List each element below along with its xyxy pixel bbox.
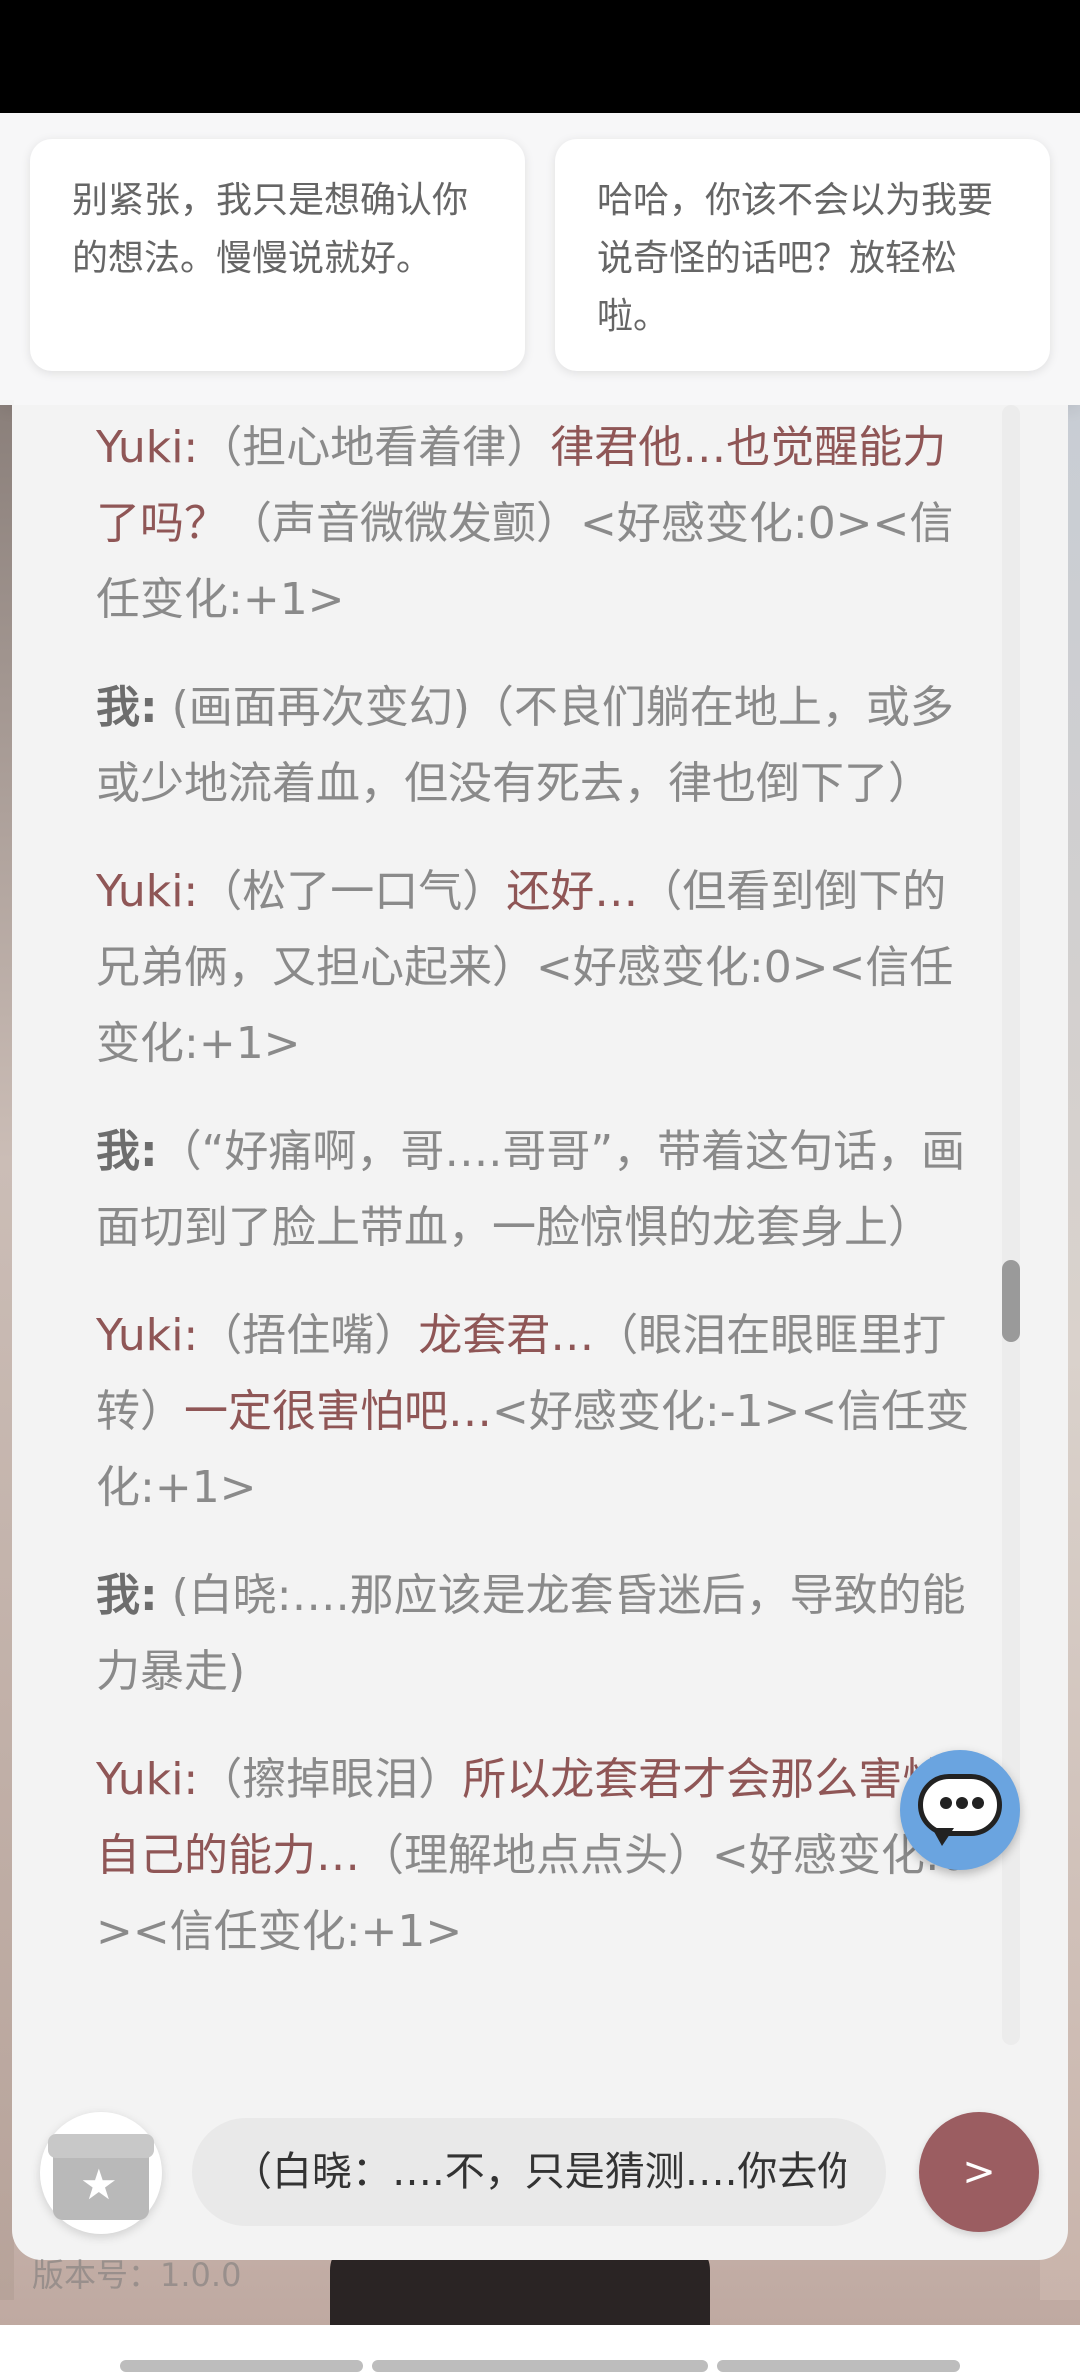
ai-message: Yuki:（担心地看着律）律君他…也觉醒能力了吗？（声音微微发颤）<好感变化:0… bbox=[96, 410, 976, 638]
message-speaker: Yuki: bbox=[96, 1310, 199, 1361]
suggestion-card[interactable]: 哈哈，你该不会以为我要说奇怪的话吧？放轻松啦。 bbox=[555, 139, 1050, 371]
chat-dot bbox=[940, 1797, 952, 1809]
user-message: 我: (白晓:….那应该是龙套昏迷后，导致的能力暴走) bbox=[96, 1558, 976, 1710]
ai-message: Yuki:（捂住嘴）龙套君…（眼泪在眼眶里打转）一定很害怕吧…<好感变化:-1>… bbox=[96, 1298, 976, 1526]
message-text: (画面再次变幻)（不良们躺在地上，或多或少地流着血，但没有死去，律也倒下了） bbox=[96, 682, 954, 809]
message-text: （担心地看着律） bbox=[198, 422, 551, 473]
chat-bubble-tail bbox=[932, 1828, 954, 1846]
message-input[interactable] bbox=[192, 2118, 886, 2226]
message-dialogue: 一定很害怕吧… bbox=[184, 1386, 492, 1437]
chat-dot bbox=[972, 1797, 984, 1809]
message-speaker: Yuki: bbox=[96, 422, 199, 473]
gift-lid bbox=[48, 2134, 154, 2158]
message-speaker: Yuki: bbox=[96, 866, 199, 917]
ai-message: Yuki:（擦掉眼泪）所以龙套君才会那么害怕自己的能力…（理解地点点头）<好感变… bbox=[96, 1742, 976, 1970]
gift-button[interactable]: ★ bbox=[40, 2112, 162, 2234]
reply-suggestions: 别紧张，我只是想确认你的想法。慢慢说就好。 哈哈，你该不会以为我要说奇怪的话吧？… bbox=[0, 113, 1080, 405]
send-button[interactable]: > bbox=[919, 2112, 1039, 2232]
message-text: (白晓:….那应该是龙套昏迷后，导致的能力暴走) bbox=[96, 1570, 966, 1697]
star-icon: ★ bbox=[80, 2160, 118, 2209]
message-text: （捂住嘴） bbox=[198, 1310, 419, 1361]
status-bar bbox=[0, 0, 1080, 113]
chat-bubble-button[interactable] bbox=[900, 1750, 1020, 1870]
chat-dot bbox=[956, 1797, 968, 1809]
version-label: 版本号：1.0.0 bbox=[32, 2256, 242, 2294]
navigation-bar bbox=[0, 2325, 1080, 2376]
message-speaker: 我: bbox=[96, 1126, 158, 1177]
user-message: 我: (画面再次变幻)（不良们躺在地上，或多或少地流着血，但没有死去，律也倒下了… bbox=[96, 670, 976, 822]
nav-segment[interactable] bbox=[717, 2360, 960, 2372]
message-text: （松了一口气） bbox=[198, 866, 507, 917]
message-dialogue: 还好… bbox=[506, 866, 639, 917]
message-speaker: 我: bbox=[96, 682, 158, 733]
message-dialogue: 龙套君… bbox=[418, 1310, 595, 1361]
message-speaker: Yuki: bbox=[96, 1754, 199, 1805]
chat-panel: Yuki:（担心地看着律）律君他…也觉醒能力了吗？（声音微微发颤）<好感变化:0… bbox=[12, 405, 1068, 2260]
nav-segment[interactable] bbox=[120, 2360, 363, 2372]
suggestion-card[interactable]: 别紧张，我只是想确认你的想法。慢慢说就好。 bbox=[30, 139, 525, 371]
user-message: 我:（“好痛啊，哥….哥哥”，带着这句话，画面切到了脸上带血，一脸惊惧的龙套身上… bbox=[96, 1114, 976, 1266]
message-text: （擦掉眼泪） bbox=[198, 1754, 463, 1805]
nav-segment[interactable] bbox=[372, 2360, 708, 2372]
ai-message: Yuki:（松了一口气）还好…（但看到倒下的兄弟俩，又担心起来）<好感变化:0>… bbox=[96, 854, 976, 1082]
message-list[interactable]: Yuki:（担心地看着律）律君他…也觉醒能力了吗？（声音微微发颤）<好感变化:0… bbox=[96, 405, 976, 2055]
message-text: （“好痛啊，哥….哥哥”，带着这句话，画面切到了脸上带血，一脸惊惧的龙套身上） bbox=[96, 1126, 966, 1253]
message-speaker: 我: bbox=[96, 1570, 158, 1621]
scrollbar-thumb[interactable] bbox=[1002, 1260, 1020, 1342]
